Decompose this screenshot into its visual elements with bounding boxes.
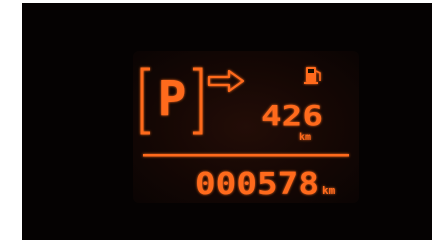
gear-indicator: P xyxy=(140,67,203,135)
display-divider xyxy=(143,154,349,157)
fuel-range-value: 426 xyxy=(261,99,323,132)
arrow-right-icon xyxy=(207,69,245,93)
screenshot-stage: P 426 km 000578 km xyxy=(0,0,435,243)
gear-bracket-right xyxy=(193,67,203,135)
fuel-range-unit: km xyxy=(299,132,311,143)
odometer-value: 000578 xyxy=(195,167,319,202)
instrument-cluster-bezel: P 426 km 000578 km xyxy=(22,3,432,240)
gear-letter: P xyxy=(158,71,187,127)
odometer-unit: km xyxy=(322,184,336,197)
lcd-display: P 426 km 000578 km xyxy=(133,51,359,203)
fuel-pump-icon xyxy=(304,67,321,84)
gear-bracket-left xyxy=(140,67,150,135)
